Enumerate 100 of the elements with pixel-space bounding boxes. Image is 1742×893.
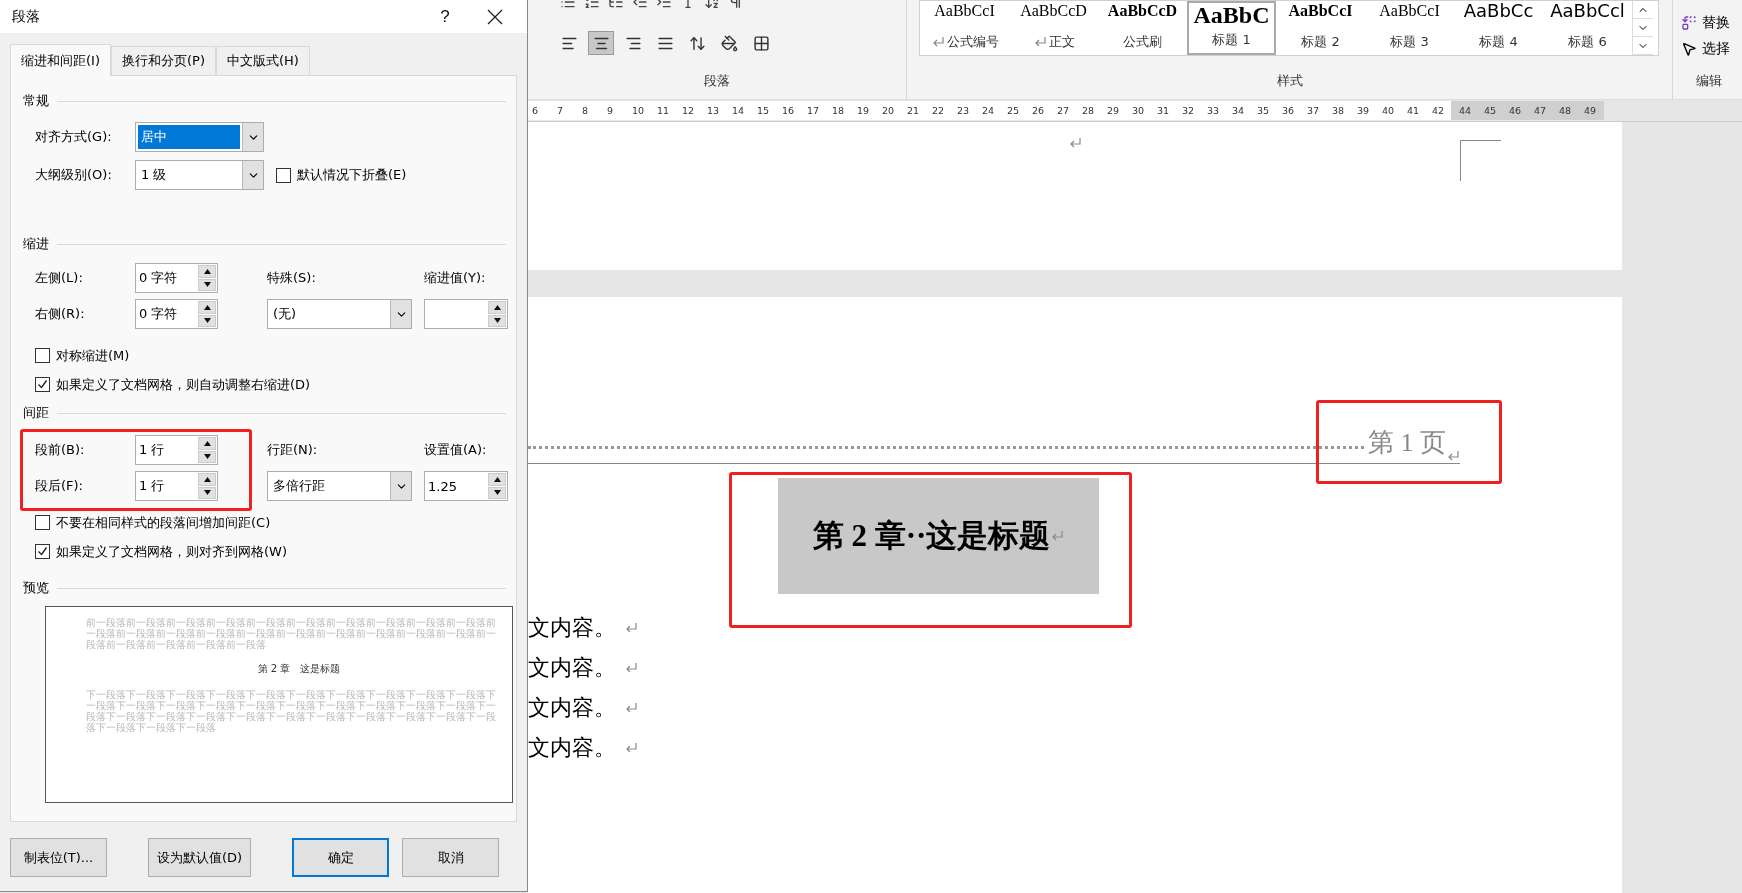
checkbox[interactable] bbox=[35, 544, 50, 559]
body-text: 文内容。 bbox=[528, 734, 616, 762]
ruler-number: 42 bbox=[1432, 105, 1446, 116]
edit-button[interactable]: 替换 bbox=[1673, 10, 1742, 36]
style-name: 标题 6 bbox=[1568, 33, 1607, 51]
spin-field[interactable]: 1 行 bbox=[135, 435, 218, 465]
style-name: 标题 4 bbox=[1479, 33, 1518, 51]
checkbox-label: 如果定义了文档网格，则对齐到网格(W) bbox=[56, 542, 287, 561]
body-text: 文内容。 bbox=[528, 694, 616, 722]
style-sample: AaBbCcD bbox=[1107, 1, 1178, 21]
ruler-number: 40 bbox=[1382, 105, 1396, 116]
alignment-dropdown[interactable]: 居中 bbox=[135, 122, 264, 152]
paragraph-mark-icon bbox=[624, 621, 638, 635]
spin-down-button[interactable] bbox=[488, 314, 506, 327]
triangle-down-icon bbox=[493, 318, 501, 324]
triangle-up-icon bbox=[203, 476, 211, 482]
spin-up-button[interactable] bbox=[198, 437, 216, 450]
spin-down-button[interactable] bbox=[198, 450, 216, 463]
triangle-down-icon bbox=[203, 318, 211, 324]
field-label: 大纲级别(O): bbox=[35, 166, 113, 184]
replace-icon bbox=[1681, 15, 1697, 31]
ruler-number: 47 bbox=[1534, 105, 1548, 116]
paragraph-mark-icon bbox=[1068, 136, 1082, 150]
ruler-number: 27 bbox=[1057, 105, 1071, 116]
preview-heading: 第 2 章 这是标题 bbox=[256, 662, 342, 676]
checkbox[interactable] bbox=[35, 377, 50, 392]
ruler-number: 9 bbox=[607, 105, 615, 116]
ruler-number: 18 bbox=[832, 105, 846, 116]
field-label: 设置值(A): bbox=[424, 441, 488, 459]
triangle-up-icon bbox=[203, 304, 211, 310]
section-title: 间距 bbox=[23, 404, 49, 422]
toc-page-number: 第 1 页 bbox=[1368, 427, 1446, 459]
field-label: 右侧(R): bbox=[35, 305, 86, 323]
dialog-button[interactable]: 设为默认值(D) bbox=[148, 838, 252, 877]
crop-mark bbox=[1460, 140, 1501, 181]
toolbar-button[interactable] bbox=[588, 31, 614, 55]
triangle-down-icon bbox=[203, 454, 211, 460]
triangle-up-icon bbox=[493, 304, 501, 310]
spin-up-button[interactable] bbox=[488, 473, 506, 486]
spin-field[interactable]: 1 行 bbox=[135, 471, 218, 501]
edit-button[interactable]: 选择 bbox=[1673, 36, 1742, 62]
field-label: 行距(N): bbox=[267, 441, 319, 459]
section-title: 常规 bbox=[23, 92, 49, 110]
triangle-down-icon bbox=[493, 490, 501, 496]
ruler-number: 31 bbox=[1157, 105, 1171, 116]
spin-up-button[interactable] bbox=[198, 473, 216, 486]
group-label: 段落 bbox=[703, 72, 731, 90]
style-sample: AaBbCcI bbox=[1288, 1, 1353, 21]
checkbox[interactable] bbox=[276, 167, 291, 183]
help-button[interactable]: ? bbox=[425, 1, 465, 32]
ruler-number: 48 bbox=[1559, 105, 1573, 116]
dialog-button[interactable]: 取消 bbox=[402, 838, 500, 877]
ruler-number: 25 bbox=[1007, 105, 1021, 116]
special-indent-dropdown[interactable]: (无) bbox=[267, 299, 412, 329]
ruler-number: 14 bbox=[732, 105, 746, 116]
style-name: 标题 1 bbox=[1212, 31, 1251, 49]
style-name: 公式编号 bbox=[946, 33, 999, 51]
dialog-button[interactable]: 制表位(T)... bbox=[10, 838, 107, 877]
style-item[interactable]: AaBbC 标题 1 bbox=[1187, 1, 1276, 55]
tab[interactable]: 换行和分页(P) bbox=[111, 46, 216, 76]
style-name: 正文 bbox=[1048, 33, 1075, 51]
style-sample: AaBbCcI bbox=[934, 1, 995, 21]
ruler-number: 8 bbox=[582, 105, 590, 116]
field-label: 对齐方式(G): bbox=[35, 128, 113, 146]
checkbox[interactable] bbox=[35, 348, 50, 363]
spin-field[interactable]: 1.25 bbox=[424, 471, 508, 501]
spin-down-button[interactable] bbox=[198, 314, 216, 327]
spin-up-button[interactable] bbox=[488, 301, 506, 314]
ruler-number: 20 bbox=[882, 105, 896, 116]
ruler-number: 17 bbox=[807, 105, 821, 116]
triangle-up-icon bbox=[493, 476, 501, 482]
spin-field[interactable] bbox=[424, 299, 508, 329]
ruler-number: 37 bbox=[1307, 105, 1321, 116]
ruler-number: 15 bbox=[757, 105, 771, 116]
body-text: 文内容。 bbox=[528, 654, 616, 682]
field-label: 段前(B): bbox=[35, 441, 86, 459]
spin-up-button[interactable] bbox=[198, 265, 216, 278]
spin-field[interactable]: 0 字符 bbox=[135, 263, 218, 293]
ruler-number: 33 bbox=[1207, 105, 1221, 116]
field-label: 左侧(L): bbox=[35, 269, 84, 287]
heading-text: 第 2 章··这是标题 bbox=[812, 517, 1051, 555]
tab[interactable]: 中文版式(H) bbox=[215, 46, 310, 76]
paint-bucket-icon bbox=[720, 34, 738, 52]
spin-up-button[interactable] bbox=[198, 301, 216, 314]
spin-down-button[interactable] bbox=[198, 486, 216, 499]
spin-field[interactable]: 0 字符 bbox=[135, 299, 218, 329]
checkbox[interactable] bbox=[35, 515, 50, 530]
line-spacing-dropdown[interactable]: 多倍行距 bbox=[267, 471, 412, 501]
outline-level-dropdown[interactable]: 1 级 bbox=[135, 160, 264, 190]
paragraph-mark-icon bbox=[624, 661, 638, 675]
ruler-number: 30 bbox=[1132, 105, 1146, 116]
dialog-button[interactable]: 确定 bbox=[292, 838, 390, 877]
spin-down-button[interactable] bbox=[488, 486, 506, 499]
spin-down-button[interactable] bbox=[198, 278, 216, 291]
tab[interactable]: 缩进和间距(I) bbox=[10, 44, 111, 76]
triangle-up-icon bbox=[203, 440, 211, 446]
ruler-number: 34 bbox=[1232, 105, 1246, 116]
style-sample: AaBbCcD bbox=[1020, 1, 1087, 21]
group-label: 编辑 bbox=[1695, 72, 1723, 90]
borders-icon bbox=[752, 34, 770, 52]
